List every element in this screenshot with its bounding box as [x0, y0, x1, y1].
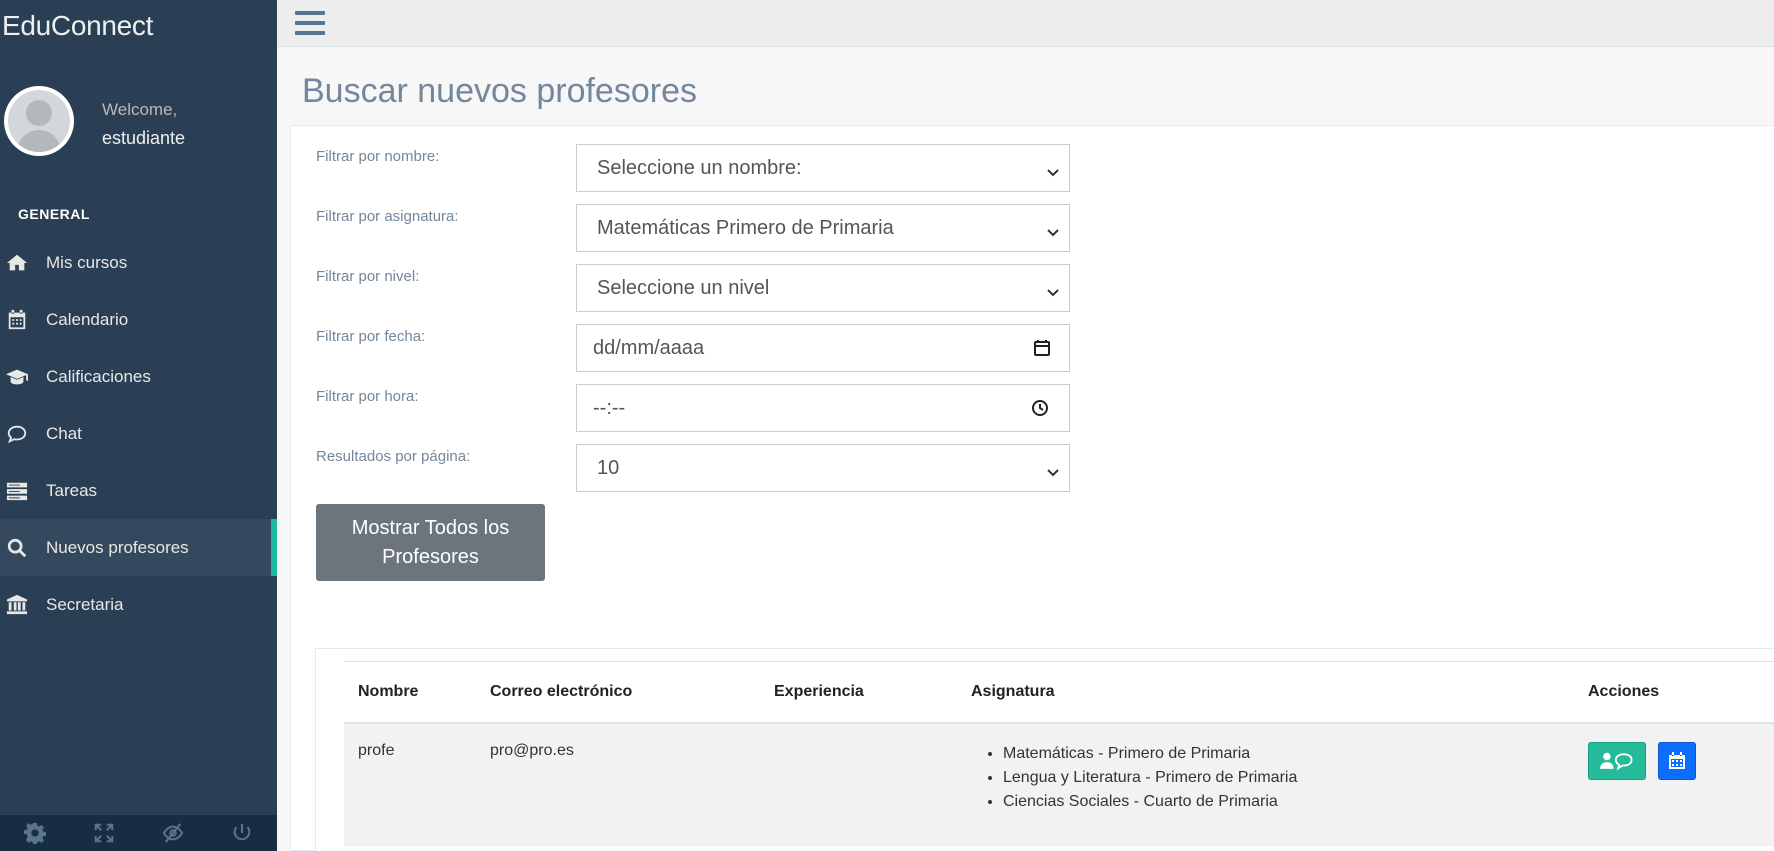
list-item: Ciencias Sociales - Cuarto de Primaria [1003, 790, 1574, 814]
sidebar-item-secretaria[interactable]: Secretaria [0, 576, 277, 633]
sidebar-item-label: Secretaria [46, 594, 124, 614]
sidebar-item-chat[interactable]: Chat [0, 405, 277, 462]
cell-experience [760, 722, 957, 846]
filter-level-label: Filtrar por nivel: [316, 268, 420, 285]
filter-subject-select[interactable]: Matemáticas Primero de Primaria [576, 204, 1070, 252]
sidebar-footer [0, 815, 277, 851]
filter-subject-value: Matemáticas Primero de Primaria [597, 216, 894, 239]
filter-perpage-row: Resultados por página: 10 [316, 444, 1076, 494]
calendar-icon[interactable] [1033, 339, 1051, 357]
filter-time-value: --:-- [593, 396, 626, 419]
tasks-icon [6, 479, 36, 503]
gear-icon[interactable] [5, 815, 65, 851]
brand-title[interactable]: EduConnect [0, 0, 277, 54]
contact-teacher-button[interactable] [1588, 741, 1646, 780]
chevron-down-icon [1047, 161, 1059, 177]
filter-date-value: dd/mm/aaaa [593, 336, 705, 359]
content-panel: Filtrar por nombre: Seleccione un nombre… [290, 125, 1774, 851]
sidebar-item-calificaciones[interactable]: Calificaciones [0, 348, 277, 405]
col-header-actions: Acciones [1574, 661, 1774, 724]
subject-list: Matemáticas - Primero de Primaria Lengua… [1003, 742, 1574, 814]
table-row: profe pro@pro.es Matemáticas - Primero d… [344, 722, 1774, 846]
chat-bubble-icon [6, 422, 36, 446]
filter-time-label: Filtrar por hora: [316, 388, 419, 405]
bank-icon [6, 593, 36, 617]
filter-name-row: Filtrar por nombre: Seleccione un nombre… [316, 144, 1076, 194]
col-header-name: Nombre [344, 661, 476, 724]
graduation-cap-icon [6, 365, 36, 389]
calendar-icon [1669, 751, 1686, 769]
power-icon[interactable] [212, 815, 272, 851]
filter-perpage-value: 10 [597, 456, 620, 479]
table-header-row: Nombre Correo electrónico Experiencia As… [344, 661, 1774, 724]
filter-date-label: Filtrar por fecha: [316, 328, 426, 345]
list-item: Lengua y Literatura - Primero de Primari… [1003, 766, 1574, 790]
cell-name: profe [344, 722, 476, 846]
chevron-down-icon [1047, 281, 1059, 297]
filter-date-input[interactable]: dd/mm/aaaa [576, 324, 1070, 372]
filter-perpage-select[interactable]: 10 [576, 444, 1070, 492]
cell-actions [1574, 722, 1774, 846]
eye-slash-icon[interactable] [143, 815, 203, 851]
clock-icon[interactable] [1031, 399, 1049, 417]
list-item: Matemáticas - Primero de Primaria [1003, 742, 1574, 766]
sidebar: EduConnect Welcome, estudiante GENERAL M… [0, 0, 277, 851]
sidebar-item-label: Nuevos profesores [46, 537, 189, 557]
filter-time-input[interactable]: --:-- [576, 384, 1070, 432]
chevron-down-icon [1047, 221, 1059, 237]
teachers-table-container: Nombre Correo electrónico Experiencia As… [315, 648, 1774, 851]
filter-subject-label: Filtrar por asignatura: [316, 208, 459, 225]
show-all-teachers-button[interactable]: Mostrar Todos los Profesores [316, 504, 545, 581]
filter-subject-row: Filtrar por asignatura: Matemáticas Prim… [316, 204, 1076, 254]
filter-name-value: Seleccione un nombre: [597, 156, 802, 179]
filter-date-row: Filtrar por fecha: dd/mm/aaaa [316, 324, 1076, 374]
filter-time-row: Filtrar por hora: --:-- [316, 384, 1076, 434]
filter-level-row: Filtrar por nivel: Seleccione un nivel [316, 264, 1076, 314]
sidebar-item-mis-cursos[interactable]: Mis cursos [0, 234, 277, 291]
username: estudiante [102, 127, 186, 148]
sidebar-item-label: Calificaciones [46, 366, 151, 386]
filter-perpage-label: Resultados por página: [316, 448, 471, 465]
sidebar-menu: Mis cursos Calendario Calificaciones Cha… [0, 234, 277, 633]
filter-level-value: Seleccione un nivel [597, 276, 770, 299]
col-header-email: Correo electrónico [476, 661, 760, 724]
fullscreen-icon[interactable] [74, 815, 134, 851]
col-header-subject: Asignatura [957, 661, 1574, 724]
sidebar-item-label: Mis cursos [46, 252, 128, 272]
schedule-button[interactable] [1658, 741, 1697, 780]
chevron-down-icon [1047, 461, 1059, 477]
filter-name-select[interactable]: Seleccione un nombre: [576, 144, 1070, 192]
teachers-table: Nombre Correo electrónico Experiencia As… [344, 661, 1774, 846]
top-navbar [277, 0, 1774, 47]
sidebar-item-label: Tareas [46, 480, 98, 500]
sidebar-item-tareas[interactable]: Tareas [0, 462, 277, 519]
cell-email: pro@pro.es [476, 722, 760, 846]
menu-toggle-icon[interactable] [295, 11, 325, 36]
menu-section-title: GENERAL [18, 206, 90, 222]
sidebar-item-label: Calendario [46, 309, 129, 329]
filter-name-label: Filtrar por nombre: [316, 148, 440, 165]
sidebar-item-nuevos-profesores[interactable]: Nuevos profesores [0, 519, 277, 576]
sidebar-item-label: Chat [46, 423, 82, 443]
page-title: Buscar nuevos profesores [302, 72, 697, 110]
filter-level-select[interactable]: Seleccione un nivel [576, 264, 1070, 312]
avatar [4, 86, 74, 156]
search-icon [6, 536, 36, 560]
user-chat-icon [1600, 752, 1633, 770]
cell-subjects: Matemáticas - Primero de Primaria Lengua… [957, 722, 1574, 846]
col-header-experience: Experiencia [760, 661, 957, 724]
sidebar-item-calendario[interactable]: Calendario [0, 291, 277, 348]
profile: Welcome, estudiante [4, 86, 185, 156]
calendar-icon [6, 308, 36, 332]
home-icon [6, 251, 36, 275]
welcome-label: Welcome, [102, 99, 178, 119]
